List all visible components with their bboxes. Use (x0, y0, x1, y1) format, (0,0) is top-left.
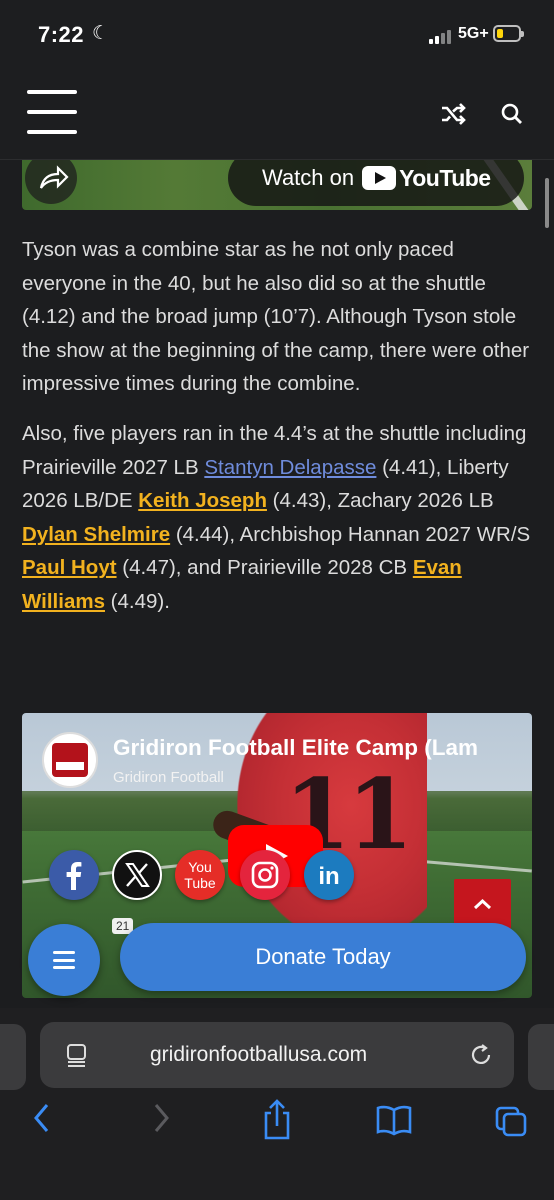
moon-icon: ☾ (92, 23, 110, 44)
facebook-icon[interactable] (49, 850, 99, 900)
back-icon[interactable] (28, 1096, 54, 1144)
watch-on-youtube-button[interactable]: Watch on YouTube (228, 160, 524, 206)
status-time: 7:22 (38, 22, 85, 47)
linkedin-icon[interactable]: in (304, 850, 354, 900)
tabs-icon[interactable] (494, 1096, 530, 1144)
player-link-keith-joseph[interactable]: Keith Joseph (138, 489, 267, 512)
hamburger-icon[interactable] (27, 90, 77, 134)
address-bar[interactable]: gridironfootballusa.com (40, 1022, 514, 1088)
x-icon[interactable] (112, 850, 162, 900)
forward-icon[interactable] (148, 1096, 174, 1144)
youtube-embed-1[interactable]: Watch on YouTube (22, 160, 532, 210)
youtube-wordmark: YouTube (399, 164, 491, 191)
text-run: (4.49). (104, 589, 170, 613)
text-run: (4.43), Zachary 2026 LB (266, 489, 494, 513)
share-icon[interactable] (25, 160, 77, 204)
share-sheet-icon[interactable] (260, 1096, 294, 1144)
text-run: (4.47), and Prairieville 2028 CB (116, 556, 413, 580)
channel-logo[interactable] (42, 732, 98, 788)
article-paragraph: Also, five players ran in the 4.4’s at t… (22, 417, 537, 619)
video-channel[interactable]: Gridiron Football (113, 769, 224, 786)
reader-icon[interactable] (65, 1043, 89, 1067)
network-label: 5G+ (458, 25, 489, 42)
article-paragraph: Tyson was a combine star as he not only … (22, 238, 530, 396)
back-to-top-button[interactable] (454, 879, 511, 929)
shuffle-icon[interactable] (440, 102, 466, 126)
scrollbar[interactable] (545, 178, 549, 228)
reload-icon[interactable] (468, 1042, 494, 1068)
floating-menu-button[interactable] (28, 924, 100, 996)
search-icon[interactable] (500, 102, 524, 126)
youtube-play-icon (362, 166, 397, 190)
status-bar: 7:22 ☾ 5G+ (0, 0, 554, 68)
battery-icon (493, 25, 524, 42)
watch-label: Watch on (262, 165, 355, 190)
chevron-up-icon (473, 898, 492, 910)
signal-icon (429, 28, 453, 44)
youtube-icon[interactable]: You Tube (175, 850, 225, 900)
player-link-dylan-shelmire[interactable]: Dylan Shelmire (22, 523, 170, 546)
next-tab[interactable] (528, 1024, 554, 1090)
previous-tab[interactable] (0, 1024, 26, 1090)
svg-text:in: in (318, 863, 339, 890)
instagram-icon[interactable] (240, 850, 290, 900)
url-text[interactable]: gridironfootballusa.com (150, 1043, 367, 1067)
player-link-stantyn-delapasse[interactable]: Stantyn Delapasse (204, 456, 376, 479)
donate-button[interactable]: Donate Today (120, 923, 526, 991)
svg-text:You: You (188, 859, 212, 875)
video-title[interactable]: Gridiron Football Elite Camp (Lam (113, 735, 523, 761)
text-run: (4.44), Archbishop Hannan 2027 WR/S (170, 522, 531, 546)
svg-text:Tube: Tube (184, 875, 216, 891)
article-body: Tyson was a combine star as he not only … (22, 233, 537, 635)
bookmarks-icon[interactable] (374, 1096, 414, 1144)
player-link-paul-hoyt[interactable]: Paul Hoyt (22, 556, 117, 579)
site-header (0, 68, 554, 160)
